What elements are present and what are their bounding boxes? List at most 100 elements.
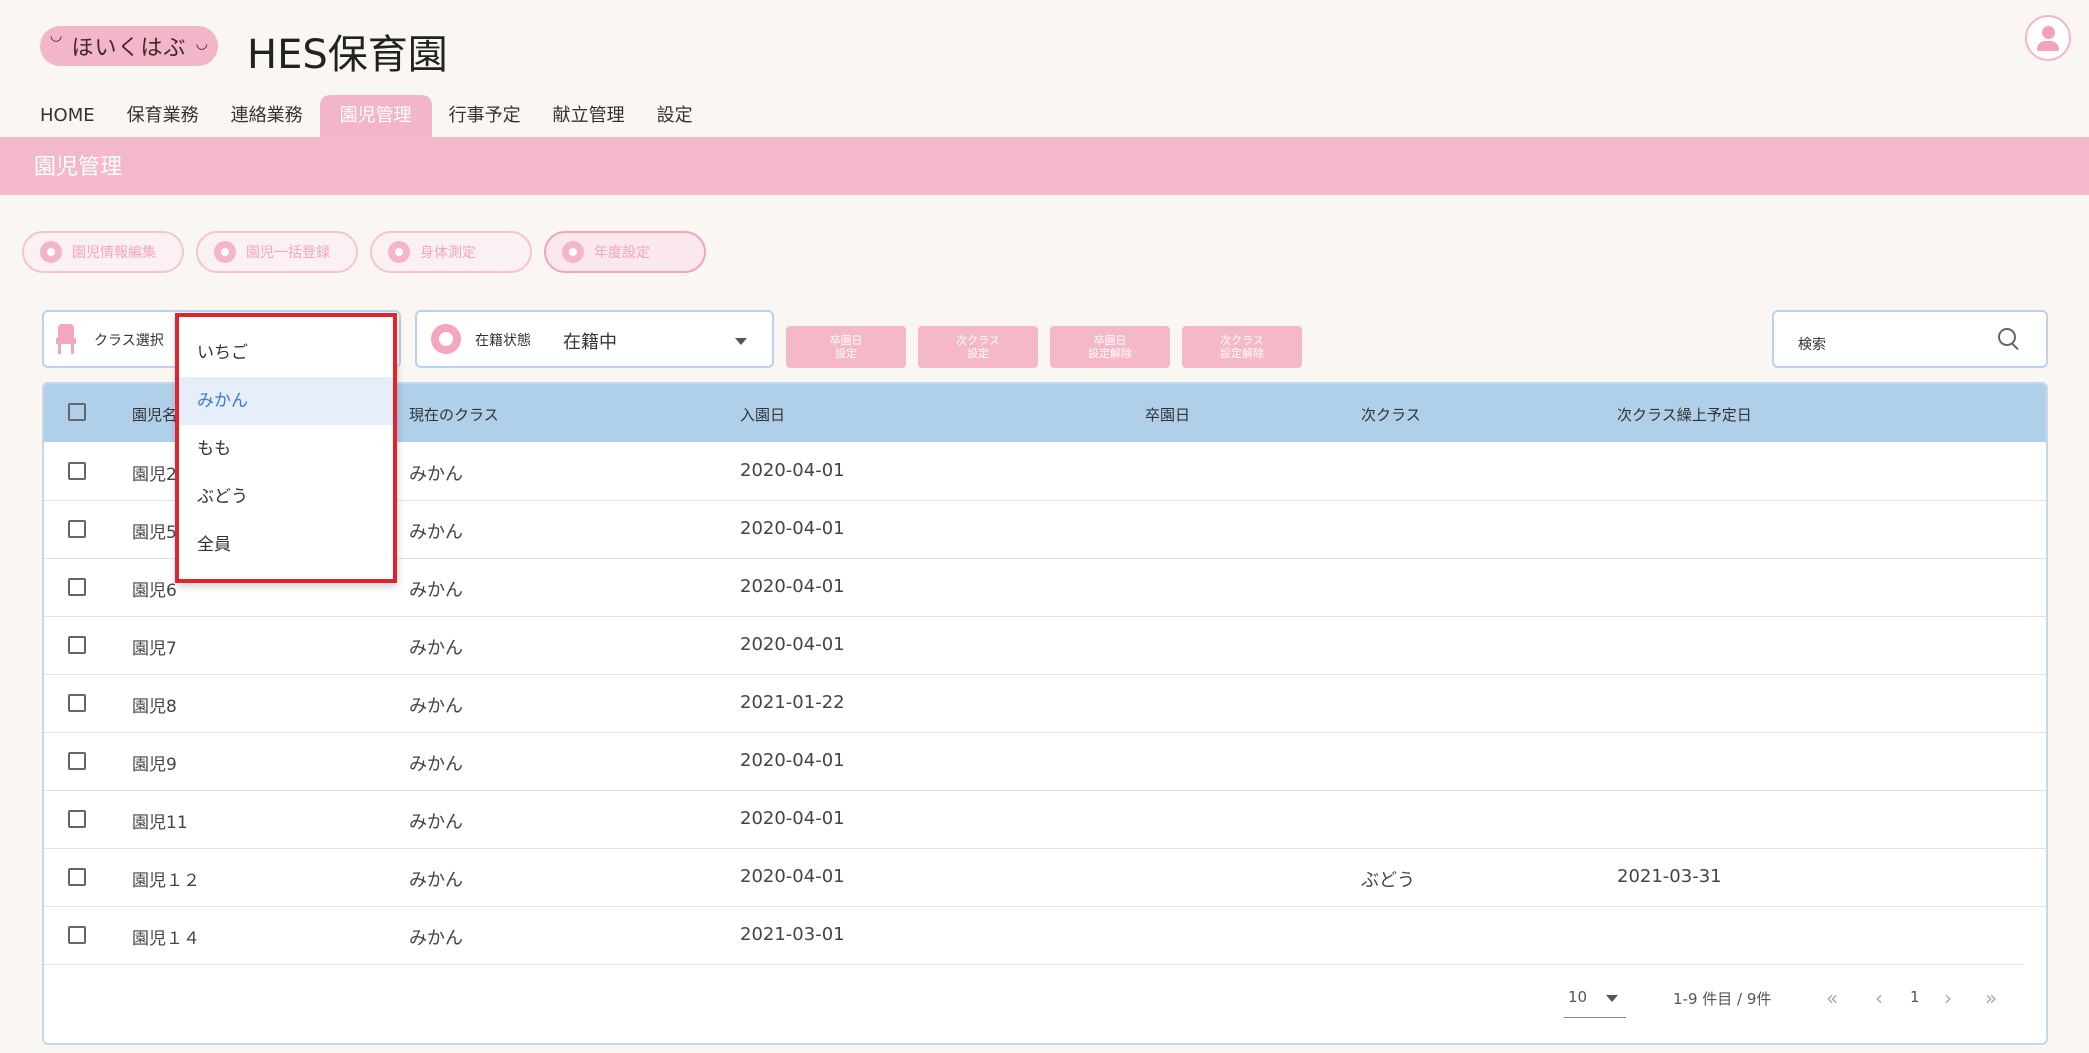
- first-page-icon[interactable]: «: [1826, 986, 1838, 1010]
- status-select-value: 在籍中: [563, 332, 617, 353]
- section-header: 園児管理: [0, 137, 2089, 195]
- current-class: みかん: [409, 870, 463, 891]
- row-checkbox[interactable]: [68, 578, 86, 596]
- child-name: 園児8: [132, 697, 177, 717]
- edit-child-info-button[interactable]: 園児情報編集: [22, 231, 184, 273]
- child-name: 園児11: [132, 813, 188, 833]
- org-name: HES保育園: [247, 32, 448, 78]
- current-class: みかん: [409, 812, 463, 833]
- set-next-class-label: 次クラス 設定: [956, 334, 1000, 360]
- user-icon: [2042, 26, 2055, 39]
- body-measure-label: 身体測定: [420, 245, 476, 261]
- row-checkbox[interactable]: [68, 868, 86, 886]
- row-checkbox[interactable]: [68, 810, 86, 828]
- col-next-class[interactable]: 次クラス: [1361, 404, 1421, 425]
- table-row[interactable]: 園児8 みかん 2021-01-22: [44, 674, 2046, 733]
- current-class: みかん: [409, 696, 463, 717]
- year-icon: [562, 241, 584, 263]
- body-measure-button[interactable]: 身体測定: [370, 231, 532, 273]
- clear-graduation-label: 卒園日 設定解除: [1088, 334, 1132, 360]
- current-class: みかん: [409, 928, 463, 949]
- table-row[interactable]: 園児11 みかん 2020-04-01: [44, 790, 2046, 849]
- action-bar: 園児情報編集 園児一括登録 身体測定 年度設定: [22, 231, 718, 273]
- table-row[interactable]: 園児7 みかん 2020-04-01: [44, 616, 2046, 675]
- bulk-register-button[interactable]: 園児一括登録: [196, 231, 358, 273]
- clear-next-class-label: 次クラス 設定解除: [1220, 334, 1264, 360]
- search-label: 検索: [1798, 337, 1826, 353]
- nav-children[interactable]: 園児管理: [319, 95, 432, 137]
- user-menu-button[interactable]: [2025, 15, 2071, 61]
- nav-menu[interactable]: 献立管理: [538, 95, 640, 137]
- row-checkbox[interactable]: [68, 520, 86, 538]
- year-settings-button[interactable]: 年度設定: [544, 231, 706, 273]
- entry-date: 2021-01-22: [740, 692, 845, 713]
- row-checkbox[interactable]: [68, 752, 86, 770]
- row-checkbox[interactable]: [68, 926, 86, 944]
- nav-childcare[interactable]: 保育業務: [112, 95, 214, 137]
- set-next-class-button[interactable]: 次クラス 設定: [918, 326, 1038, 368]
- search-icon[interactable]: [1998, 328, 2016, 346]
- nav-events[interactable]: 行事予定: [434, 95, 536, 137]
- child-name: 園児6: [132, 581, 177, 601]
- logo-text: ほいくはぶ: [71, 36, 187, 61]
- chair-icon: [56, 324, 76, 356]
- page-range: 1-9 件目 / 9件: [1673, 990, 1772, 1008]
- page-title: 園児管理: [34, 155, 123, 180]
- child-name: 園児5: [132, 523, 177, 543]
- row-checkbox[interactable]: [68, 694, 86, 712]
- app-logo[interactable]: ◡ ほいくはぶ ◡: [40, 26, 218, 66]
- current-class: みかん: [409, 754, 463, 775]
- class-select-label: クラス選択: [94, 333, 164, 349]
- child-name: 園児１４: [132, 929, 200, 949]
- entry-date: 2020-04-01: [740, 460, 845, 481]
- status-select-label: 在籍状態: [475, 333, 531, 349]
- main-nav: HOME 保育業務 連絡業務 園児管理 行事予定 献立管理 設定: [25, 95, 710, 137]
- col-next-class-date[interactable]: 次クラス繰上予定日: [1617, 404, 1752, 425]
- clear-graduation-button[interactable]: 卒園日 設定解除: [1050, 326, 1170, 368]
- next-class: ぶどう: [1361, 870, 1415, 891]
- table-row[interactable]: 園児9 みかん 2020-04-01: [44, 732, 2046, 791]
- nav-home[interactable]: HOME: [25, 95, 110, 137]
- entry-date: 2020-04-01: [740, 808, 845, 829]
- current-class: みかん: [409, 522, 463, 543]
- child-name: 園児7: [132, 639, 177, 659]
- nav-contact[interactable]: 連絡業務: [216, 95, 318, 137]
- per-page-select[interactable]: 10: [1568, 988, 1587, 1006]
- child-name: 園児2: [132, 465, 177, 485]
- set-graduation-button[interactable]: 卒園日 設定: [786, 326, 906, 368]
- entry-date: 2020-04-01: [740, 750, 845, 771]
- last-page-icon[interactable]: »: [1985, 986, 1997, 1010]
- col-name[interactable]: 園児名: [132, 404, 177, 425]
- year-settings-label: 年度設定: [594, 245, 650, 261]
- bulk-register-label: 園児一括登録: [246, 245, 330, 261]
- row-checkbox[interactable]: [68, 462, 86, 480]
- current-class: みかん: [409, 464, 463, 485]
- current-class: みかん: [409, 580, 463, 601]
- select-all-checkbox[interactable]: [68, 403, 86, 421]
- entry-date: 2020-04-01: [740, 866, 845, 887]
- child-name: 園児9: [132, 755, 177, 775]
- current-class: みかん: [409, 638, 463, 659]
- measure-icon: [388, 241, 410, 263]
- group-icon: [214, 241, 236, 263]
- prev-page-icon[interactable]: ‹: [1875, 986, 1883, 1010]
- table-row[interactable]: 園児１２ みかん 2020-04-01 ぶどう 2021-03-31: [44, 848, 2046, 907]
- child-icon: [40, 241, 62, 263]
- nav-settings[interactable]: 設定: [642, 95, 708, 137]
- top-bar: ◡ ほいくはぶ ◡ HES保育園: [0, 0, 2089, 96]
- row-checkbox[interactable]: [68, 636, 86, 654]
- clear-next-class-button[interactable]: 次クラス 設定解除: [1182, 326, 1302, 368]
- status-select[interactable]: 在籍状態 在籍中: [415, 310, 774, 368]
- entry-date: 2020-04-01: [740, 518, 845, 539]
- edit-child-info-label: 園児情報編集: [72, 245, 156, 261]
- next-page-icon[interactable]: ›: [1944, 986, 1952, 1010]
- highlight-box: [175, 313, 397, 583]
- col-current-class[interactable]: 現在のクラス: [409, 404, 499, 425]
- table-row[interactable]: 園児１４ みかん 2021-03-01: [44, 906, 2024, 965]
- search-input[interactable]: 検索: [1772, 310, 2048, 368]
- smile-icon: ◡: [195, 36, 208, 52]
- col-entry-date[interactable]: 入園日: [740, 404, 785, 425]
- col-graduation-date[interactable]: 卒園日: [1145, 404, 1190, 425]
- current-page: 1: [1910, 988, 1920, 1006]
- child-icon: [431, 324, 461, 354]
